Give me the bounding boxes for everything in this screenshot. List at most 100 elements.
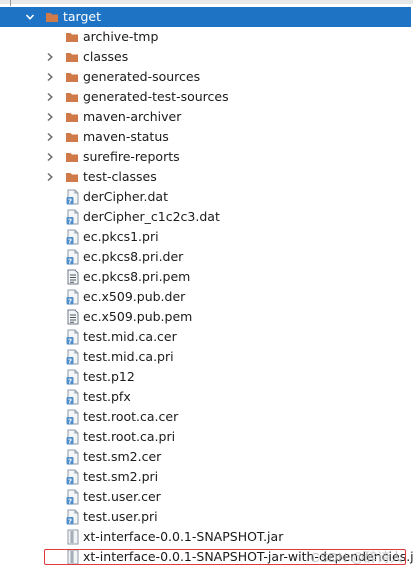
svg-text:?: ? (68, 197, 72, 205)
svg-text:?: ? (68, 477, 72, 485)
tree-item-file[interactable]: ? derCipher_c1c2c3.dat (0, 207, 411, 227)
tree-item-label: ec.x509.pub.der (83, 289, 186, 304)
chevron-right-icon[interactable] (45, 92, 55, 102)
folder-icon (65, 130, 79, 144)
tree-item-label: archive-tmp (83, 29, 159, 44)
tree-item-label: test.root.ca.pri (83, 429, 176, 444)
tree-item-folder[interactable]: maven-archiver (0, 107, 411, 127)
chevron-right-icon[interactable] (45, 52, 55, 62)
tree-item-label: maven-archiver (83, 109, 182, 124)
tree-item-target[interactable]: target (0, 7, 411, 27)
tree-item-folder[interactable]: classes (0, 47, 411, 67)
tree-item-folder[interactable]: generated-sources (0, 67, 411, 87)
svg-text:?: ? (68, 417, 72, 425)
tree-item-file[interactable]: xt-interface-0.0.1-SNAPSHOT.jar (0, 527, 411, 547)
folder-icon (65, 50, 79, 64)
tree-item-file[interactable]: ec.pkcs8.pri.pem (0, 267, 411, 287)
tree-item-file[interactable]: ? test.root.ca.cer (0, 407, 411, 427)
text-file-icon (66, 309, 80, 325)
tree-item-label: ec.pkcs8.pri.der (83, 249, 184, 264)
tree-item-file[interactable]: ? test.user.pri (0, 507, 411, 527)
chevron-right-icon[interactable] (45, 172, 55, 182)
svg-text:?: ? (68, 357, 72, 365)
svg-text:?: ? (68, 377, 72, 385)
unknown-file-icon: ? (66, 409, 80, 425)
tree-item-file[interactable]: ? test.p12 (0, 367, 411, 387)
tree-item-label: ec.pkcs8.pri.pem (83, 269, 191, 284)
svg-text:?: ? (68, 337, 72, 345)
unknown-file-icon: ? (66, 489, 80, 505)
tree-item-label: test.mid.ca.cer (83, 329, 177, 344)
chevron-right-icon[interactable] (45, 72, 55, 82)
tree-item-label: ec.x509.pub.pem (83, 309, 193, 324)
tree-item-file[interactable]: ? ec.pkcs8.pri.der (0, 247, 411, 267)
tree-item-label: derCipher_c1c2c3.dat (83, 209, 220, 224)
tree-item-label: ec.pkcs1.pri (83, 229, 159, 244)
unknown-file-icon: ? (66, 349, 80, 365)
folder-icon (65, 70, 79, 84)
unknown-file-icon: ? (66, 189, 80, 205)
tree-item-label: generated-test-sources (83, 89, 229, 104)
tree-item-file[interactable]: ec.x509.pub.pem (0, 307, 411, 327)
folder-icon (65, 30, 79, 44)
tree-item-file[interactable]: ? ec.x509.pub.der (0, 287, 411, 307)
tree-item-label: xt-interface-0.0.1-SNAPSHOT.jar (83, 529, 284, 544)
tree-item-label: test.user.cer (83, 489, 161, 504)
folder-icon (65, 170, 79, 184)
svg-text:?: ? (68, 297, 72, 305)
tree-item-file[interactable]: ? test.mid.ca.cer (0, 327, 411, 347)
tree-item-file[interactable]: ? test.pfx (0, 387, 411, 407)
tree-item-label: test-classes (83, 169, 157, 184)
tree-item-label: target (63, 9, 102, 24)
tree-item-label: test.sm2.cer (83, 449, 162, 464)
tree-item-file[interactable]: ? test.sm2.pri (0, 467, 411, 487)
svg-text:?: ? (68, 457, 72, 465)
svg-text:?: ? (68, 237, 72, 245)
chevron-right-icon[interactable] (45, 112, 55, 122)
chevron-down-icon[interactable] (25, 12, 35, 22)
tree-item-folder[interactable]: test-classes (0, 167, 411, 187)
tree-item-file[interactable]: ? derCipher.dat (0, 187, 411, 207)
tree-item-file[interactable]: ? test.user.cer (0, 487, 411, 507)
unknown-file-icon: ? (66, 429, 80, 445)
tree-item-label: test.user.pri (83, 509, 158, 524)
unknown-file-icon: ? (66, 229, 80, 245)
tree-item-folder[interactable]: archive-tmp (0, 27, 411, 47)
svg-text:?: ? (68, 517, 72, 525)
unknown-file-icon: ? (66, 289, 80, 305)
unknown-file-icon: ? (66, 509, 80, 525)
tree-item-folder[interactable]: surefire-reports (0, 147, 411, 167)
tree-item-label: test.p12 (83, 369, 135, 384)
tree-item-file[interactable]: ? test.mid.ca.pri (0, 347, 411, 367)
tree-item-label: derCipher.dat (83, 189, 168, 204)
svg-text:?: ? (68, 257, 72, 265)
chevron-right-icon[interactable] (45, 152, 55, 162)
folder-icon (65, 150, 79, 164)
tree-item-file[interactable]: ? test.root.ca.pri (0, 427, 411, 447)
tree-item-label: generated-sources (83, 69, 201, 84)
svg-text:?: ? (68, 217, 72, 225)
tree-item-label: classes (83, 49, 129, 64)
unknown-file-icon: ? (66, 329, 80, 345)
folder-icon (45, 10, 59, 24)
text-file-icon (66, 269, 80, 285)
folder-icon (65, 90, 79, 104)
tree-item-label: test.sm2.pri (83, 469, 159, 484)
tree-item-folder[interactable]: maven-status (0, 127, 411, 147)
tree-item-label: test.mid.ca.pri (83, 349, 174, 364)
project-tree: target archive-tmp classes generated-sourc… (0, 0, 413, 570)
chevron-right-icon[interactable] (45, 132, 55, 142)
unknown-file-icon: ? (66, 389, 80, 405)
tree-item-label: test.pfx (83, 389, 131, 404)
tree-item-file[interactable]: ? ec.pkcs1.pri (0, 227, 411, 247)
watermark: CSDN @醉诗人 (310, 550, 403, 565)
tree-guide-line (10, 0, 11, 6)
folder-icon (65, 110, 79, 124)
jar-file-icon (66, 529, 80, 545)
svg-text:?: ? (68, 397, 72, 405)
tree-top-strip (0, 0, 413, 4)
tree-item-file[interactable]: ? test.sm2.cer (0, 447, 411, 467)
tree-item-folder[interactable]: generated-test-sources (0, 87, 411, 107)
unknown-file-icon: ? (66, 449, 80, 465)
tree-item-label: surefire-reports (83, 149, 180, 164)
